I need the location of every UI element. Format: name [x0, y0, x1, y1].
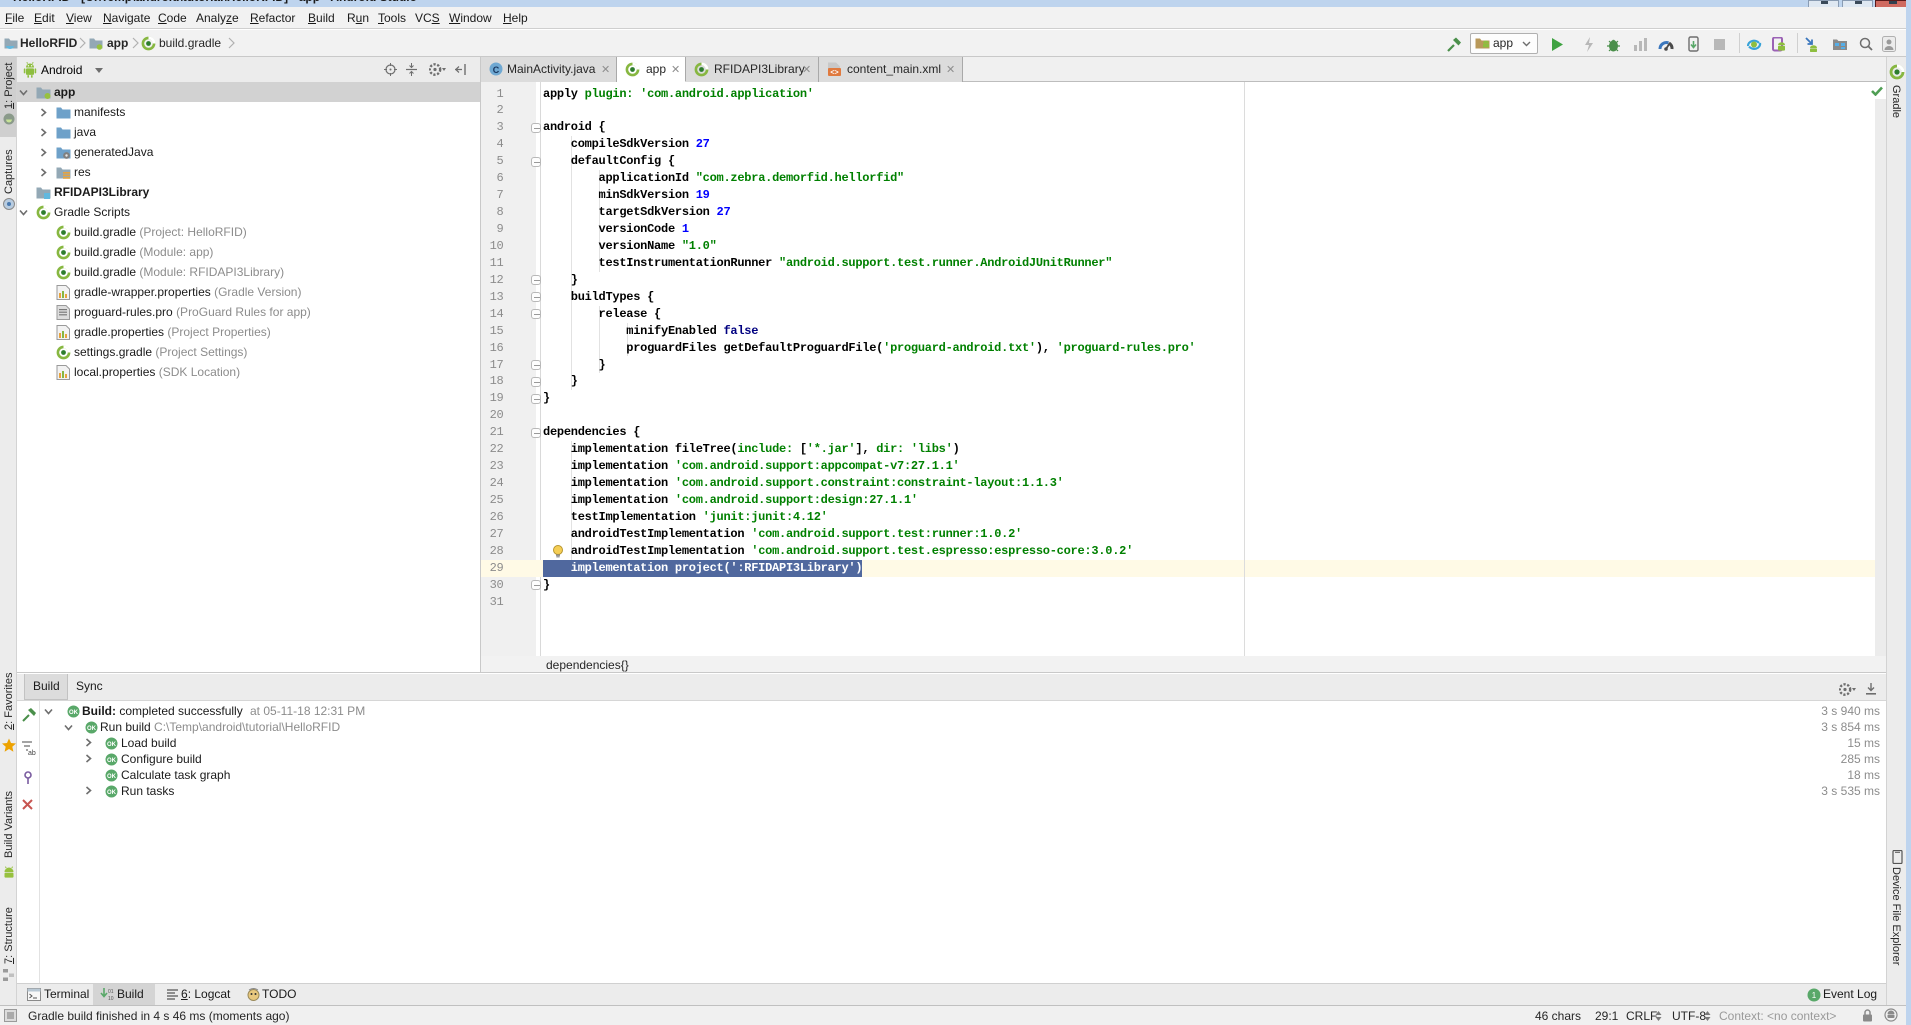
- svg-text:01: 01: [108, 989, 114, 995]
- svg-text:OK: OK: [107, 742, 117, 748]
- svg-text:10: 10: [108, 996, 114, 1001]
- svg-text:OK: OK: [107, 758, 117, 764]
- svg-text:OK: OK: [107, 774, 117, 780]
- svg-text:<>: <>: [830, 70, 838, 77]
- svg-text:ab: ab: [28, 750, 36, 755]
- svg-text:OK: OK: [87, 726, 97, 732]
- svg-text:1: 1: [1812, 991, 1817, 1000]
- svg-text:OK: OK: [107, 790, 117, 796]
- svg-text:C: C: [493, 65, 500, 75]
- svg-text:OK: OK: [69, 710, 79, 716]
